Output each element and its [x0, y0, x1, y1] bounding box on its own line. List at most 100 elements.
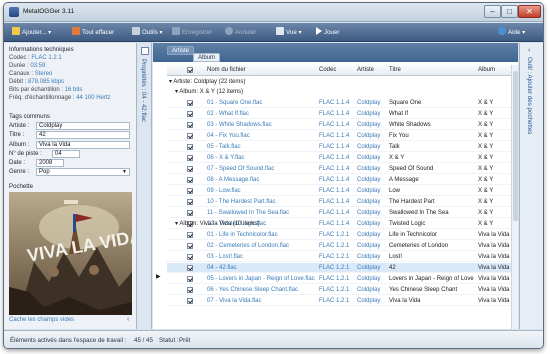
filename-cell: 04 - 42.flac: [207, 265, 237, 271]
row-checkbox[interactable]: [187, 177, 193, 183]
tab-artist[interactable]: Artiste: [167, 46, 195, 55]
save-button[interactable]: Enregistrer: [172, 27, 212, 39]
table-row[interactable]: 01 - Life in Technicolor.flac FLAC 1.2.1 C…: [167, 230, 518, 240]
codec-cell: FLAC 1.2.1: [319, 232, 350, 238]
table-row[interactable]: 07 - Viva la Vida.flac FLAC 1.2.1 Coldplay…: [167, 296, 518, 306]
col-album[interactable]: Album: [478, 67, 495, 73]
col-title[interactable]: Titre: [389, 67, 401, 73]
close-button[interactable]: ✕: [518, 5, 541, 18]
album-cell: X & Y: [478, 188, 494, 194]
artist-cell: Coldplay: [357, 232, 381, 238]
col-filename[interactable]: Nom du fichier: [207, 67, 246, 73]
grid-scrollbar[interactable]: [511, 65, 518, 329]
row-checkbox[interactable]: [187, 111, 193, 117]
genre-field[interactable]: Pop ▼: [36, 168, 130, 176]
row-checkbox[interactable]: [187, 298, 193, 304]
expand-right-icon[interactable]: ‹: [528, 47, 530, 54]
help-button[interactable]: Aide ▾: [498, 27, 525, 39]
title-bar: MetatOGGer 3.11 – □ ✕: [4, 3, 543, 22]
row-checkbox[interactable]: [187, 210, 193, 216]
table-row[interactable]: 04 - Fix You.flac FLAC 1.1.4 Coldplay Fix Y…: [167, 131, 518, 141]
row-checkbox[interactable]: [187, 133, 193, 139]
add-button[interactable]: Ajouter... ▾: [12, 27, 51, 39]
row-checkbox[interactable]: [187, 254, 193, 260]
album-cell: X & Y: [478, 144, 494, 150]
table-row[interactable]: 05 - Talk.flac FLAC 1.1.4 Coldplay Talk X & …: [167, 142, 518, 152]
clear-icon: [72, 27, 80, 35]
title-field[interactable]: 42: [36, 131, 130, 139]
artist-cell: Coldplay: [357, 100, 381, 106]
tools-button[interactable]: Outils ▾: [132, 27, 163, 39]
row-checkbox[interactable]: [187, 287, 193, 293]
properties-tab-icon: [141, 47, 149, 55]
maximize-button[interactable]: □: [501, 5, 518, 18]
title-cell: Swallowed In The Sea: [389, 210, 449, 216]
album-cell: Viva la Vida: [478, 298, 510, 304]
play-button[interactable]: Jouer: [316, 27, 339, 39]
title-cell: Talk: [389, 144, 400, 150]
group-album-viva-header[interactable]: ▾ Album: Viva la Vida (10 items): [175, 219, 518, 229]
title-cell: What If: [389, 111, 409, 117]
view-button[interactable]: Vue ▾: [276, 27, 302, 39]
group-artist-header[interactable]: ▾ Artiste: Coldplay (22 items): [169, 77, 518, 87]
album-cell: X & Y: [478, 210, 494, 216]
table-row[interactable]: 11 - Swallowed In The Sea.flac FLAC 1.1.4…: [167, 208, 518, 218]
tab-album[interactable]: Album: [193, 53, 221, 62]
minimize-button[interactable]: –: [484, 5, 501, 18]
table-row[interactable]: 03 - Lost!.flac FLAC 1.2.1 Coldplay Lost! Vi…: [167, 252, 518, 262]
track-field[interactable]: 04: [52, 150, 80, 158]
table-row[interactable]: 07 - Speed Of Sound.flac FLAC 1.1.4 Coldpl…: [167, 164, 518, 174]
codec-cell: FLAC 1.1.4: [319, 177, 350, 183]
row-checkbox[interactable]: [187, 232, 193, 238]
codec-cell: FLAC 1.2.1: [319, 298, 350, 304]
date-field[interactable]: 2008: [36, 159, 64, 167]
row-checkbox[interactable]: [187, 265, 193, 271]
properties-side-tab[interactable]: Propriétés : 04 - 42.flac: [138, 43, 152, 329]
table-row[interactable]: 02 - What If.flac FLAC 1.1.4 Coldplay What …: [167, 109, 518, 119]
row-checkbox[interactable]: [187, 144, 193, 150]
group-album-xy-header[interactable]: ▾ Album: X & Y (12 items): [175, 87, 518, 97]
col-codec[interactable]: Codec: [319, 67, 336, 73]
codec-cell: FLAC 1.1.4: [319, 199, 350, 205]
artist-field[interactable]: Coldplay: [36, 122, 130, 130]
table-row[interactable]: 02 - Cemeteries of London.flac FLAC 1.2.1…: [167, 241, 518, 251]
cover-title: Pochette: [9, 183, 34, 190]
undo-button[interactable]: Annuler: [225, 27, 256, 39]
scrollbar-thumb[interactable]: [513, 71, 518, 221]
artist-cell: Coldplay: [357, 111, 381, 117]
table-row[interactable]: 10 - The Hardest Part.flac FLAC 1.1.4 Cold…: [167, 197, 518, 207]
row-checkbox[interactable]: [187, 188, 193, 194]
filename-cell: 08 - A Message.flac: [207, 177, 260, 183]
table-row[interactable]: 08 - A Message.flac FLAC 1.1.4 Coldplay A M…: [167, 175, 518, 185]
table-row[interactable]: 03 - White Shadows.flac FLAC 1.1.4 Coldpla…: [167, 120, 518, 130]
clear-all-button[interactable]: Tout effacer: [72, 27, 114, 39]
row-checkbox[interactable]: [187, 276, 193, 282]
table-row[interactable]: 01 - Square One.flac FLAC 1.1.4 Coldplay Sq…: [167, 98, 518, 108]
collapse-left-icon[interactable]: ‹: [127, 316, 129, 323]
codec-line: Codec : FLAC 1.2.1: [9, 55, 62, 61]
table-row[interactable]: 09 - Low.flac FLAC 1.1.4 Coldplay Low X & Y: [167, 186, 518, 196]
album-field[interactable]: Viva la Vida: [36, 141, 130, 149]
codec-cell: FLAC 1.1.4: [319, 111, 350, 117]
hide-empty-fields-link[interactable]: Cache les champs vides: [9, 317, 74, 323]
row-checkbox[interactable]: [187, 199, 193, 205]
row-checkbox[interactable]: [187, 100, 193, 106]
duration-line: Durée : 03:59: [9, 63, 46, 69]
select-all-checkbox[interactable]: [187, 67, 193, 73]
title-label: Titre :: [9, 132, 25, 138]
table-row[interactable]: 06 - X & Y.flac FLAC 1.1.4 Coldplay X & Y X …: [167, 153, 518, 163]
row-checkbox[interactable]: [187, 243, 193, 249]
artist-cell: Coldplay: [357, 166, 381, 172]
col-artist[interactable]: Artiste: [357, 67, 374, 73]
tools-side-panel[interactable]: ‹ Outil : Ajouter des pochettes: [519, 43, 543, 329]
active-items-value: 45 / 45: [134, 337, 153, 344]
table-row[interactable]: 05 - Lovers in Japan - Reign of Love.fla…: [167, 274, 518, 284]
table-row[interactable]: 06 - Yes Chinese Sleep Chant.flac FLAC 1.…: [167, 285, 518, 295]
album-cell: Viva la Vida: [478, 232, 510, 238]
toolbar: Ajouter... ▾ Tout effacer Outils ▾ Enreg…: [4, 23, 543, 42]
title-cell: Speed Of Sound: [389, 166, 434, 172]
row-checkbox[interactable]: [187, 155, 193, 161]
table-row[interactable]: 04 - 42.flac FLAC 1.2.1 Coldplay 42 Viva la …: [167, 263, 518, 273]
row-checkbox[interactable]: [187, 122, 193, 128]
row-checkbox[interactable]: [187, 166, 193, 172]
